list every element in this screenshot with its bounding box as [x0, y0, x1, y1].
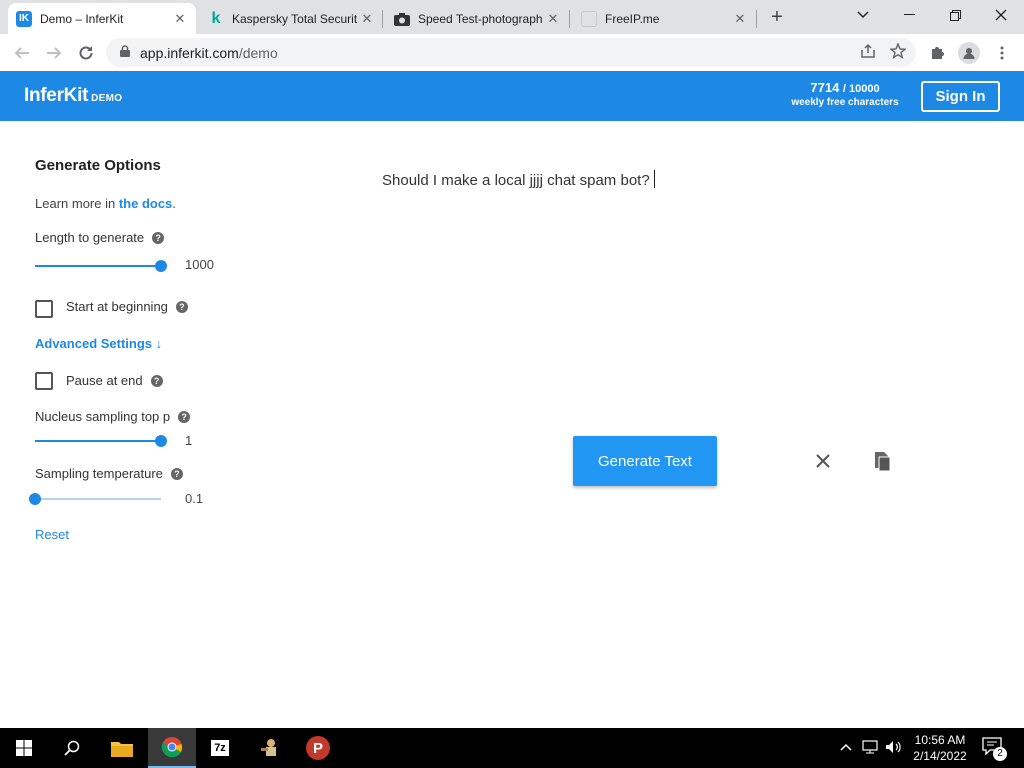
tab-kaspersky[interactable]: k Kaspersky Total Securit ✕ — [200, 3, 383, 34]
prompt-text: chat spam bot? — [542, 172, 650, 189]
lock-icon — [120, 45, 130, 60]
help-icon[interactable]: ? — [152, 231, 165, 244]
quota-max: / 10000 — [842, 83, 880, 95]
address-bar[interactable]: app.inferkit.com/demo — [106, 38, 916, 67]
inferkit-logo[interactable]: InferKit DEMO — [24, 85, 122, 107]
profile-avatar-icon[interactable] — [958, 42, 980, 64]
learn-more-text: Learn more in the docs. — [35, 196, 176, 211]
advanced-settings-toggle[interactable]: Advanced Settings ↓ — [35, 336, 162, 351]
start-at-beginning-checkbox[interactable] — [35, 300, 53, 318]
tab-separator — [569, 10, 570, 28]
reset-link[interactable]: Reset — [35, 527, 69, 542]
tab-speed-test[interactable]: Speed Test-photograph ✕ — [386, 3, 569, 34]
temperature-label: Sampling temperature? — [35, 466, 183, 481]
camera-favicon-icon — [394, 11, 410, 27]
kaspersky-favicon-icon: k — [211, 9, 221, 27]
forward-arrow-icon[interactable] — [41, 40, 67, 66]
length-label: Length to generate? — [35, 230, 165, 245]
notification-count: 2 — [993, 747, 1007, 761]
back-arrow-icon[interactable] — [9, 40, 35, 66]
browser-menu-icon[interactable] — [991, 42, 1013, 64]
tab-separator — [756, 10, 757, 28]
browser-toolbar: app.inferkit.com/demo — [0, 34, 1024, 71]
close-tab-icon[interactable]: ✕ — [545, 11, 561, 27]
prompt-text: Should I make a local — [382, 172, 530, 189]
share-icon[interactable] — [860, 43, 876, 62]
tab-title: Demo – InferKit — [40, 11, 124, 26]
clear-x-icon[interactable] — [812, 450, 834, 472]
slider-thumb[interactable] — [155, 260, 167, 272]
blank-favicon-icon — [581, 10, 597, 27]
help-icon[interactable]: ? — [170, 467, 183, 480]
docs-link[interactable]: the docs — [119, 196, 172, 211]
clock-time: 10:56 AM — [914, 733, 966, 747]
temperature-value: 0.1 — [185, 491, 204, 506]
restore-button[interactable] — [932, 0, 978, 30]
show-hidden-icons[interactable] — [840, 740, 852, 754]
network-icon[interactable] — [862, 740, 880, 757]
tab-search-icon[interactable] — [840, 0, 886, 30]
text-caret — [653, 170, 655, 188]
chrome-icon[interactable] — [148, 728, 196, 768]
reload-icon[interactable] — [73, 40, 99, 66]
sign-in-button[interactable]: Sign In — [921, 81, 1000, 112]
file-explorer-icon[interactable] — [98, 728, 146, 768]
close-tab-icon[interactable]: ✕ — [172, 11, 188, 27]
copy-icon[interactable] — [871, 450, 893, 472]
slider-thumb[interactable] — [155, 435, 167, 447]
7zip-icon[interactable]: 7z — [196, 728, 244, 768]
tab-freeip[interactable]: FreeIP.me ✕ — [573, 3, 756, 34]
tab-title: FreeIP.me — [605, 11, 660, 26]
close-tab-icon[interactable]: ✕ — [732, 11, 748, 27]
bookmark-star-icon[interactable] — [889, 42, 907, 62]
notification-center-icon[interactable]: 2 — [982, 737, 1007, 761]
app-character-icon[interactable] — [246, 728, 294, 768]
close-tab-icon[interactable]: ✕ — [359, 11, 375, 27]
inferkit-favicon-icon: IK — [16, 10, 32, 27]
search-icon[interactable] — [48, 728, 96, 768]
app-header: InferKit DEMO 7714 / 10000 weekly free ch… — [0, 71, 1024, 121]
slider-thumb[interactable] — [29, 493, 41, 505]
help-icon[interactable]: ? — [178, 410, 191, 423]
pause-at-end-checkbox[interactable] — [35, 372, 53, 390]
help-icon[interactable]: ? — [175, 300, 188, 313]
quota-used: 7714 — [810, 80, 840, 95]
misspelled-word: jjjj — [529, 172, 543, 189]
system-clock[interactable]: 10:56 AM 2/14/2022 — [905, 732, 975, 764]
length-slider[interactable] — [35, 260, 167, 272]
extensions-puzzle-icon[interactable] — [926, 42, 948, 64]
new-tab-button[interactable]: + — [765, 6, 789, 30]
minimize-button[interactable] — [886, 0, 932, 30]
generate-text-button[interactable]: Generate Text — [573, 436, 717, 486]
tab-inferkit-demo[interactable]: IK Demo – InferKit ✕ — [8, 3, 196, 34]
url-text: app.inferkit.com/demo — [140, 44, 278, 61]
start-at-beginning-label: Start at beginning? — [66, 299, 188, 314]
help-icon[interactable]: ? — [150, 374, 163, 387]
windows-taskbar: 7z P 10:56 AM 2/14/2022 2 — [0, 728, 1024, 768]
tab-separator — [382, 10, 383, 28]
windows-start-icon[interactable] — [0, 728, 48, 768]
close-window-button[interactable] — [978, 0, 1024, 30]
character-quota: 7714 / 10000 weekly free characters — [790, 81, 900, 109]
temperature-slider[interactable] — [29, 493, 165, 505]
nucleus-value: 1 — [185, 433, 193, 448]
nucleus-label: Nucleus sampling top p? — [35, 409, 191, 424]
browser-tab-strip: IK Demo – InferKit ✕ k Kaspersky Total S… — [0, 0, 1024, 34]
generate-options-title: Generate Options — [35, 157, 161, 174]
psiphon-icon[interactable]: P — [294, 728, 342, 768]
nucleus-slider[interactable] — [35, 435, 167, 447]
prompt-text-editor[interactable]: Should I make a local jjjj chat spam bot… — [382, 170, 655, 189]
clock-date: 2/14/2022 — [913, 749, 967, 763]
quota-label: weekly free characters — [791, 97, 899, 108]
tab-title: Speed Test-photograph — [418, 11, 543, 26]
tab-title: Kaspersky Total Securit — [232, 11, 358, 26]
length-value: 1000 — [185, 257, 214, 272]
pause-at-end-label: Pause at end? — [66, 373, 163, 388]
volume-icon[interactable] — [885, 740, 903, 757]
